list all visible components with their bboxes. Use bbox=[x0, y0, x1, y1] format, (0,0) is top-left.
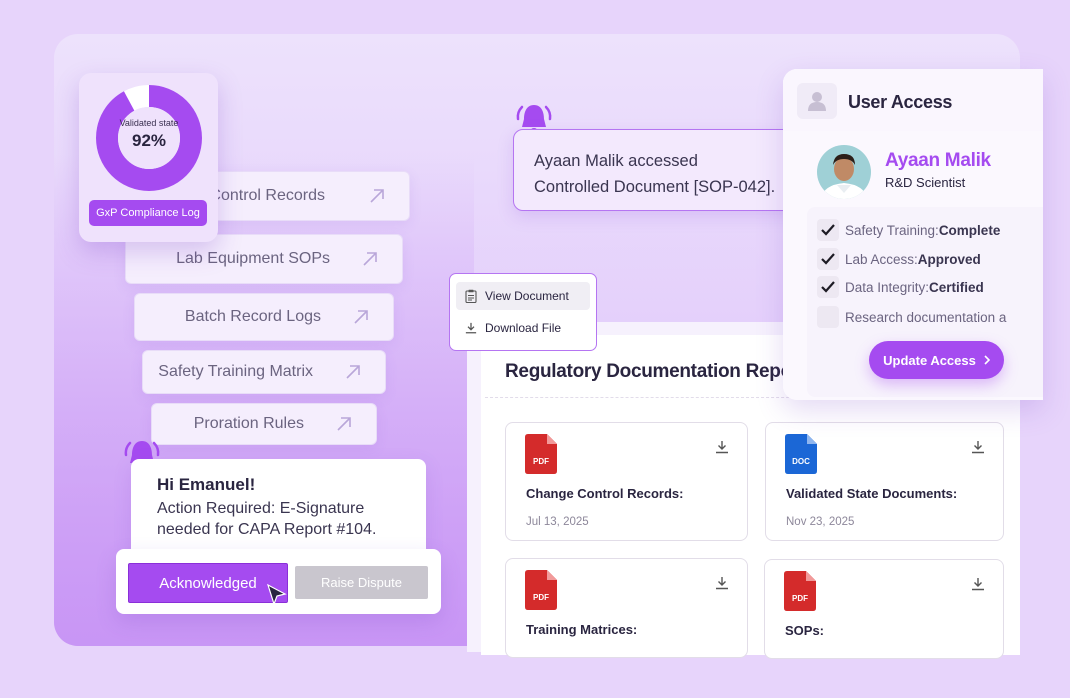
doc-card-validated-state[interactable]: DOC Validated State Documents: Nov 23, 2… bbox=[765, 422, 1004, 541]
greeting-title: Hi Emanuel! bbox=[157, 475, 256, 494]
download-icon[interactable] bbox=[971, 440, 985, 454]
user-role: R&D Scientist bbox=[885, 175, 966, 190]
download-icon[interactable] bbox=[971, 577, 985, 591]
notification-line-1: Ayaan Malik accessed bbox=[534, 152, 698, 170]
access-notification: Ayaan Malik accessed Controlled Document… bbox=[513, 129, 808, 211]
pdf-file-icon: PDF bbox=[784, 571, 816, 611]
arrow-up-right-icon bbox=[354, 310, 368, 324]
svg-text:PDF: PDF bbox=[533, 593, 549, 602]
gxp-compliance-log-button[interactable]: GxP Compliance Log bbox=[89, 200, 207, 226]
doc-file-icon: DOC bbox=[785, 434, 817, 474]
check-value: Certified bbox=[929, 279, 984, 295]
checkmark-icon bbox=[817, 276, 839, 298]
arrow-up-right-icon bbox=[363, 252, 377, 266]
greeting-line-1: Action Required: E-Signature bbox=[157, 500, 365, 517]
donut-value: 92% bbox=[131, 131, 167, 150]
context-menu: View Document Download File bbox=[449, 273, 597, 351]
doc-card-change-control[interactable]: PDF Change Control Records: Jul 13, 2025 bbox=[505, 422, 748, 541]
download-file-label: Download File bbox=[485, 321, 562, 335]
user-access-card: User Access Ayaan Malik R&D Scientist Sa… bbox=[783, 69, 1043, 400]
signature-request-card: Hi Emanuel! Action Required: E-Signature… bbox=[131, 459, 426, 557]
user-icon bbox=[797, 83, 837, 119]
pdf-file-icon: PDF bbox=[525, 570, 557, 610]
nav-item-proration-rules[interactable]: Proration Rules bbox=[151, 403, 377, 445]
arrow-up-right-icon bbox=[337, 417, 351, 431]
check-row-lab-access[interactable]: Lab Access: Approved bbox=[817, 248, 981, 270]
update-access-button[interactable]: Update Access bbox=[869, 341, 1004, 379]
download-file-menu-item[interactable]: Download File bbox=[456, 314, 590, 342]
svg-text:PDF: PDF bbox=[792, 594, 808, 603]
check-row-safety-training[interactable]: Safety Training: Complete bbox=[817, 219, 1000, 241]
arrow-up-right-icon bbox=[346, 365, 360, 379]
download-icon[interactable] bbox=[715, 576, 729, 590]
download-icon[interactable] bbox=[715, 440, 729, 454]
checkmark-icon bbox=[817, 219, 839, 241]
donut-label: Validated state bbox=[119, 118, 179, 128]
svg-text:PDF: PDF bbox=[533, 457, 549, 466]
acknowledged-button[interactable]: Acknowledged bbox=[128, 563, 288, 603]
check-label: Data Integrity: bbox=[845, 279, 930, 295]
nav-item-label: Proration Rules bbox=[193, 415, 304, 432]
doc-title: Validated State Documents: bbox=[786, 486, 958, 501]
greeting-line-2: needed for CAPA Report #104. bbox=[157, 521, 377, 538]
doc-date: Nov 23, 2025 bbox=[786, 516, 855, 528]
doc-card-sops[interactable]: PDF SOPs: bbox=[764, 559, 1004, 659]
view-document-menu-item[interactable]: View Document bbox=[456, 282, 590, 310]
arrow-up-right-icon bbox=[370, 189, 384, 203]
doc-title: Change Control Records: bbox=[526, 486, 684, 501]
check-row-data-integrity[interactable]: Data Integrity: Certified bbox=[817, 276, 984, 298]
nav-item-label: Safety Training Matrix bbox=[158, 363, 313, 380]
doc-date: Jul 13, 2025 bbox=[526, 516, 589, 528]
clipboard-icon bbox=[465, 289, 477, 303]
doc-title: SOPs: bbox=[785, 623, 825, 638]
nav-item-label: Batch Record Logs bbox=[184, 308, 321, 325]
check-value: Approved bbox=[917, 251, 981, 267]
report-title: Regulatory Documentation Repo bbox=[505, 361, 792, 382]
empty-checkbox bbox=[817, 306, 839, 328]
update-access-label: Update Access bbox=[883, 352, 976, 368]
download-icon bbox=[465, 322, 477, 334]
raise-dispute-button[interactable]: Raise Dispute bbox=[295, 566, 428, 599]
svg-text:DOC: DOC bbox=[792, 457, 810, 466]
user-name: Ayaan Malik bbox=[885, 150, 991, 171]
check-value: Complete bbox=[938, 222, 1001, 238]
check-label: Safety Training: bbox=[845, 222, 939, 238]
user-access-title: User Access bbox=[848, 92, 953, 112]
doc-card-training-matrices[interactable]: PDF Training Matrices: bbox=[505, 558, 748, 658]
nav-item-batch-record-logs[interactable]: Batch Record Logs bbox=[134, 293, 394, 341]
pdf-file-icon: PDF bbox=[525, 434, 557, 474]
avatar bbox=[817, 145, 871, 199]
nav-item-safety-training-matrix[interactable]: Safety Training Matrix bbox=[142, 350, 386, 394]
doc-title: Training Matrices: bbox=[526, 622, 638, 637]
notification-line-2: Controlled Document [SOP-042]. bbox=[534, 178, 776, 196]
checkmark-icon bbox=[817, 248, 839, 270]
check-label: Lab Access: bbox=[845, 251, 918, 267]
nav-item-label: Lab Equipment SOPs bbox=[176, 250, 330, 267]
chevron-right-icon bbox=[984, 355, 990, 365]
check-label: Research documentation a bbox=[845, 309, 1007, 325]
check-row-research-documentation[interactable]: Research documentation a bbox=[817, 306, 1006, 328]
view-document-label: View Document bbox=[485, 289, 569, 303]
cursor-icon bbox=[266, 583, 287, 606]
